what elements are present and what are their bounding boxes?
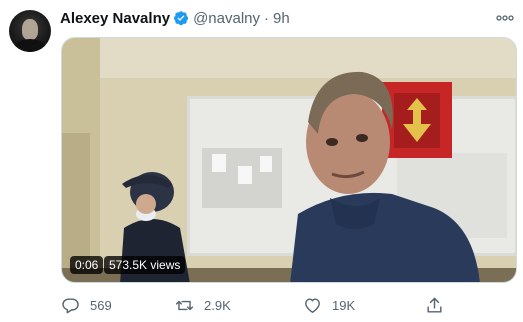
reply-button[interactable]: 569 bbox=[61, 294, 112, 316]
share-icon bbox=[427, 297, 442, 313]
more-options-button[interactable] bbox=[496, 10, 514, 26]
reply-icon bbox=[62, 297, 79, 313]
share-button[interactable] bbox=[425, 294, 454, 316]
video-views: 573.5K views bbox=[104, 256, 186, 274]
avatar-shoulders bbox=[14, 39, 46, 52]
video-duration: 0:06 bbox=[70, 256, 104, 274]
avatar[interactable] bbox=[9, 10, 51, 52]
avatar-face bbox=[22, 19, 38, 40]
reply-count: 569 bbox=[90, 297, 112, 313]
retweet-count: 2.9K bbox=[204, 297, 231, 313]
tweet-header: Alexey Navalny @navalny · 9h bbox=[60, 8, 290, 28]
timestamp[interactable]: 9h bbox=[273, 10, 290, 27]
video-player[interactable]: 0:06 573.5K views bbox=[61, 37, 517, 283]
tweet-actions: 569 2.9K 19K bbox=[61, 294, 501, 316]
like-icon bbox=[305, 297, 320, 313]
author-name[interactable]: Alexey Navalny bbox=[60, 10, 170, 27]
author-handle[interactable]: @navalny bbox=[193, 10, 260, 27]
verified-badge-icon bbox=[174, 11, 189, 26]
retweet-button[interactable]: 2.9K bbox=[175, 294, 231, 316]
video-frame bbox=[62, 38, 516, 282]
like-button[interactable]: 19K bbox=[303, 294, 355, 316]
more-icon bbox=[496, 15, 514, 21]
retweet-icon bbox=[175, 300, 194, 310]
like-count: 19K bbox=[332, 297, 356, 313]
separator-dot: · bbox=[264, 9, 270, 27]
